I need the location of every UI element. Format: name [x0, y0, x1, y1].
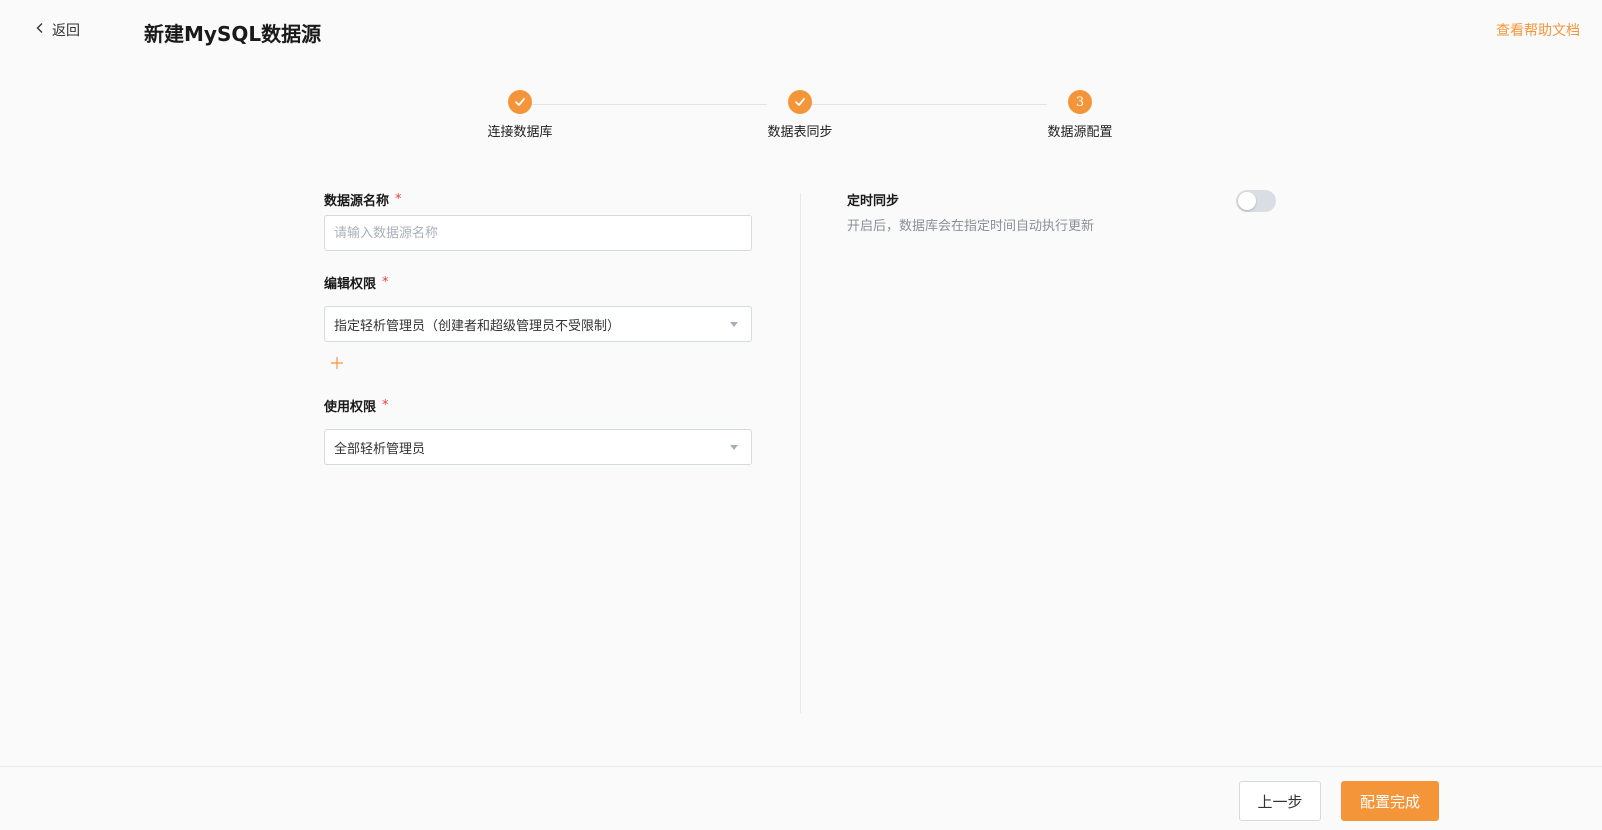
step-table-sync: 数据表同步	[740, 90, 860, 140]
required-mark: *	[382, 398, 389, 413]
step-label: 数据表同步	[767, 125, 833, 140]
previous-step-button[interactable]: 上一步	[1239, 781, 1321, 821]
page: 返回 新建MySQL数据源 查看帮助文档 连接数据库 数据表同步 3 数据源配置…	[0, 0, 1602, 830]
sync-description: 开启后，数据库会在指定时间自动执行更新	[847, 219, 1095, 234]
sync-title: 定时同步	[847, 194, 900, 209]
step-label: 连接数据库	[487, 125, 553, 140]
edit-permission-value: 指定轻析管理员（创建者和超级管理员不受限制）	[334, 318, 621, 334]
back-button[interactable]: 返回	[34, 20, 80, 40]
check-icon	[508, 90, 532, 114]
page-title: 新建MySQL数据源	[144, 22, 322, 46]
back-label: 返回	[52, 23, 80, 39]
step-connect-database: 连接数据库	[460, 90, 580, 140]
sync-settings: 定时同步 开启后，数据库会在指定时间自动执行更新	[847, 190, 1277, 234]
datasource-name-input[interactable]	[324, 215, 752, 251]
name-field-label: 数据源名称 *	[324, 190, 752, 209]
edit-permission-label-text: 编辑权限	[324, 277, 377, 292]
step-number: 3	[1068, 90, 1092, 114]
name-label-text: 数据源名称	[324, 194, 390, 209]
edit-permission-label: 编辑权限 *	[324, 273, 752, 292]
step-datasource-config: 3 数据源配置	[1020, 90, 1140, 140]
datasource-form: 数据源名称 * 编辑权限 * 指定轻析管理员（创建者和超级管理员不受限制） 使用…	[324, 190, 752, 465]
use-permission-label: 使用权限 *	[324, 396, 752, 415]
footer: 上一步 配置完成	[0, 766, 1602, 830]
add-icon[interactable]	[328, 354, 346, 372]
chevron-left-icon	[34, 22, 46, 38]
help-docs-link[interactable]: 查看帮助文档	[1496, 20, 1580, 40]
use-permission-value: 全部轻析管理员	[334, 441, 426, 457]
edit-permission-select[interactable]: 指定轻析管理员（创建者和超级管理员不受限制）	[324, 306, 752, 342]
step-label: 数据源配置	[1047, 125, 1113, 140]
stepper: 连接数据库 数据表同步 3 数据源配置	[0, 90, 1602, 150]
required-mark: *	[395, 192, 402, 207]
caret-down-icon	[730, 444, 738, 450]
use-permission-select[interactable]: 全部轻析管理员	[324, 429, 752, 465]
caret-down-icon	[730, 321, 738, 327]
sync-toggle[interactable]	[1236, 190, 1276, 212]
divider	[800, 193, 801, 713]
finish-config-button[interactable]: 配置完成	[1341, 781, 1439, 821]
check-icon	[788, 90, 812, 114]
toggle-knob	[1238, 192, 1256, 210]
required-mark: *	[382, 275, 389, 290]
use-permission-label-text: 使用权限	[324, 400, 377, 415]
